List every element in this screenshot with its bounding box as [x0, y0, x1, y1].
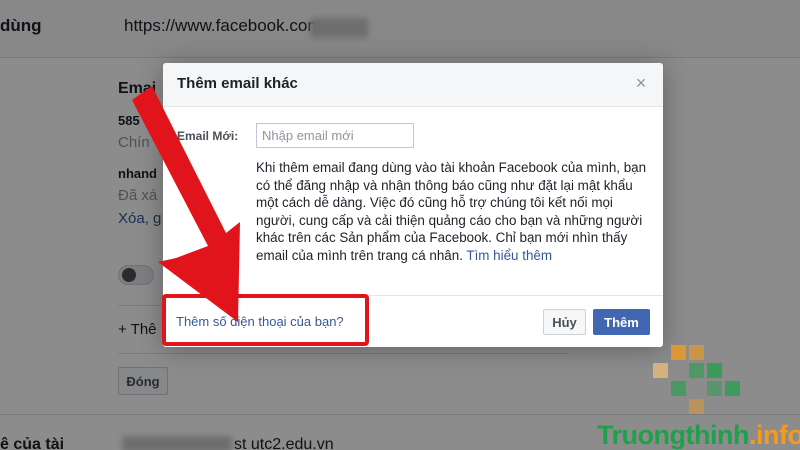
watermark-suffix: .info [748, 420, 800, 450]
highlight-box [162, 294, 369, 346]
watermark: Truongthinh.info [595, 340, 800, 450]
pixel-logo-icon [653, 345, 740, 414]
watermark-main: Truongthinh [597, 420, 749, 450]
watermark-text: Truongthinh.info [597, 420, 800, 450]
